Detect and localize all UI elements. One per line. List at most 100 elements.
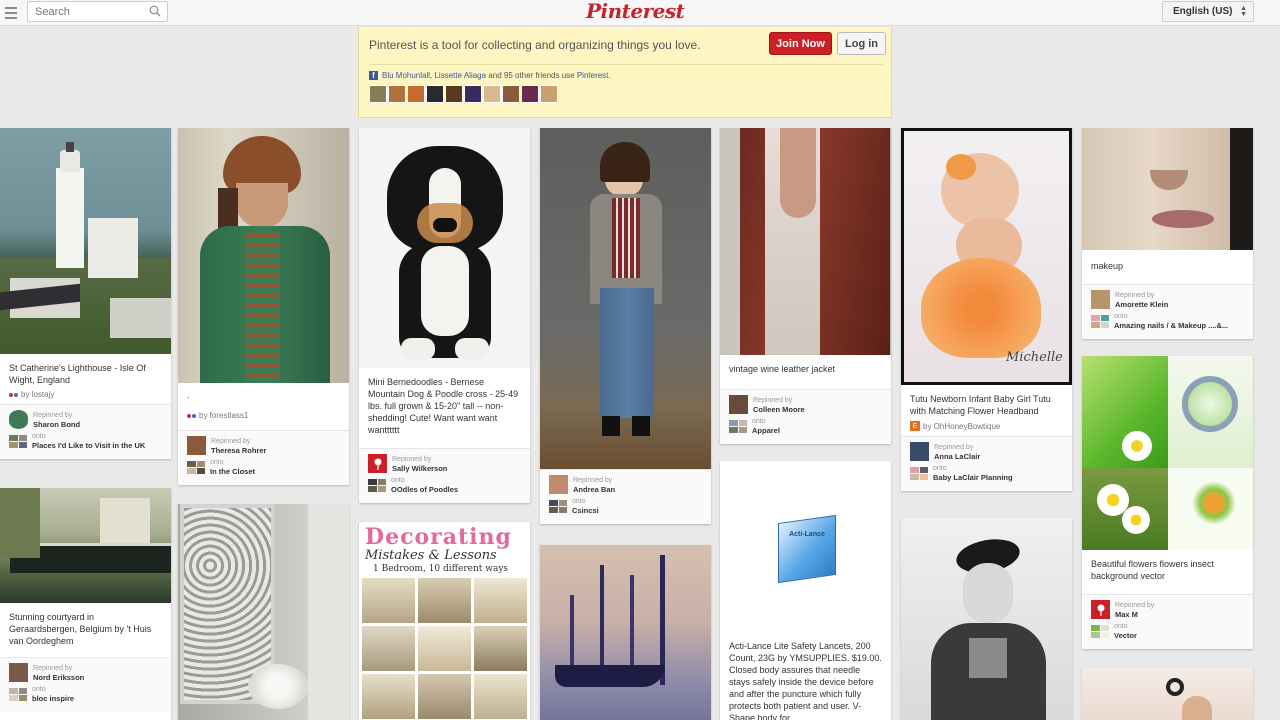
pinterest-link[interactable]: Pinterest. [577,71,611,80]
board-link[interactable]: Csincsi [572,506,599,515]
decorating-caption: 1 Bedroom, 10 different ways [373,564,509,574]
ironwork-photo[interactable] [178,504,349,720]
log-in-button[interactable]: Log in [837,32,886,55]
flowers-vector-image[interactable] [1082,356,1253,550]
avatar[interactable] [910,442,929,461]
user-link[interactable]: Nord Eriksson [33,673,84,682]
pin-icon[interactable] [1091,600,1110,619]
beret-woman-photo[interactable] [901,518,1072,720]
pin-source[interactable]: by forestlass1 [178,405,349,430]
board-thumbnail[interactable] [368,478,386,492]
user-link[interactable]: Amorette Klein [1115,300,1168,309]
avatar[interactable] [369,85,387,103]
room-photo[interactable] [418,578,471,623]
language-select[interactable]: English (US) ▲ ▼ [1162,1,1254,22]
avatar[interactable] [407,85,425,103]
board-link[interactable]: Places I'd Like to Visit in the UK [32,441,145,450]
room-photo[interactable] [474,626,527,671]
user-link[interactable]: Theresa Rohrer [211,446,266,455]
board-link[interactable]: Baby LaClair Planning [933,473,1013,482]
avatar[interactable] [445,85,463,103]
avatar[interactable] [549,475,568,494]
decorating-graphic[interactable]: Decorating Mistakes & Lessons 1 Bedroom,… [359,522,530,575]
board-link[interactable]: Vector [1114,631,1137,640]
board-link[interactable]: OOdles of Poodles [391,485,458,494]
pin-icon[interactable] [368,454,387,473]
room-photo[interactable] [418,626,471,671]
pin-card[interactable]: Beautiful flowers flowers insect backgro… [1082,356,1253,649]
avatar[interactable] [1091,290,1110,309]
pin-card[interactable]: vintage wine leather jacket Repinned by C… [720,128,891,444]
avatar[interactable] [426,85,444,103]
pin-card[interactable]: Michelle Tutu Newborn Infant Baby Girl T… [901,128,1072,491]
room-photo[interactable] [474,674,527,719]
room-photo[interactable] [362,674,415,719]
pin-source[interactable]: by lostajy [0,390,171,404]
avatar[interactable] [483,85,501,103]
puppy-photo[interactable] [359,128,530,368]
board-thumbnail[interactable] [549,499,567,513]
pin-card[interactable]: makeup Repinned by Amorette Klein onto Ama… [1082,128,1253,339]
user-link[interactable]: Anna LaClair [934,452,980,461]
board-thumbnail[interactable] [9,434,27,448]
friend-link[interactable]: Blu Mohunlall [382,71,430,80]
pin-card[interactable] [1082,668,1253,720]
avatar[interactable] [540,85,558,103]
board-thumbnail[interactable] [729,419,747,433]
makeup-photo[interactable] [1082,128,1253,250]
room-photo[interactable] [362,626,415,671]
menu-icon[interactable] [0,0,22,25]
pin-card[interactable] [901,518,1072,720]
courtyard-photo[interactable] [0,488,171,603]
pin-card[interactable] [178,504,349,720]
friend-link[interactable]: Lissette Aliaga [434,71,486,80]
join-now-button[interactable]: Join Now [769,32,832,55]
pin-card[interactable]: Stunning courtyard in Geraardsbergen, Be… [0,488,171,720]
woman-hat-photo[interactable] [178,128,349,383]
search-input[interactable] [28,2,138,22]
search-icon[interactable] [149,5,161,17]
user-link[interactable]: Colleen Moore [753,405,805,414]
avatar[interactable] [9,663,28,682]
woman-jacket-photo[interactable] [540,128,711,469]
lancet-box-photo[interactable]: Acti-Lance [720,461,891,631]
avatar[interactable] [388,85,406,103]
board-thumbnail[interactable] [1091,624,1109,638]
avatar[interactable] [502,85,520,103]
room-photo[interactable] [362,578,415,623]
pin-card[interactable]: St Catherine's Lighthouse - Isle Of Wigh… [0,128,171,459]
lighthouse-photo[interactable] [0,128,171,354]
board-link[interactable]: bloc inspire [32,694,74,703]
board-thumbnail[interactable] [9,687,27,701]
avatar[interactable] [9,410,28,429]
kettlebell-photo[interactable] [1082,668,1253,720]
gondola-painting[interactable] [540,545,711,720]
pin-source[interactable]: Eby OhHoneyBowtique [901,421,1072,436]
user-link[interactable]: Max M [1115,610,1154,619]
pin-card[interactable]: Mini Bernedoodles - Bernese Mountain Dog… [359,128,530,503]
avatar[interactable] [729,395,748,414]
board-thumbnail[interactable] [910,466,928,480]
room-photo[interactable] [474,578,527,623]
pinterest-logo[interactable]: Pinterest [586,0,685,23]
leather-jacket-photo[interactable] [720,128,891,355]
board-link[interactable]: In the Closet [210,467,255,476]
board-thumbnail[interactable] [1091,314,1109,328]
pin-card[interactable]: Acti-Lance Acti-Lance Lite Safety Lancet… [720,461,891,720]
board-link[interactable]: Apparel [752,426,780,435]
board-thumbnail[interactable] [187,460,205,474]
avatar[interactable] [521,85,539,103]
baby-tutu-photo[interactable]: Michelle [901,128,1072,385]
pin-card[interactable]: Repinned by Andrea Ban onto Csincsi [540,128,711,524]
avatar[interactable] [187,436,206,455]
pin-card[interactable]: . by forestlass1 Repinned by Theresa Rohr… [178,128,349,485]
board-link[interactable]: Amazing nails / & Makeup ....&... [1114,321,1228,330]
user-link[interactable]: Sharon Bond [33,420,80,429]
pin-card[interactable] [540,545,711,720]
user-link[interactable]: Andrea Ban [573,485,615,494]
user-link[interactable]: Sally Wilkerson [392,464,447,473]
room-photo[interactable] [418,674,471,719]
pin-card[interactable]: Decorating Mistakes & Lessons 1 Bedroom,… [359,522,530,720]
avatar[interactable] [464,85,482,103]
search-box[interactable] [27,1,168,22]
